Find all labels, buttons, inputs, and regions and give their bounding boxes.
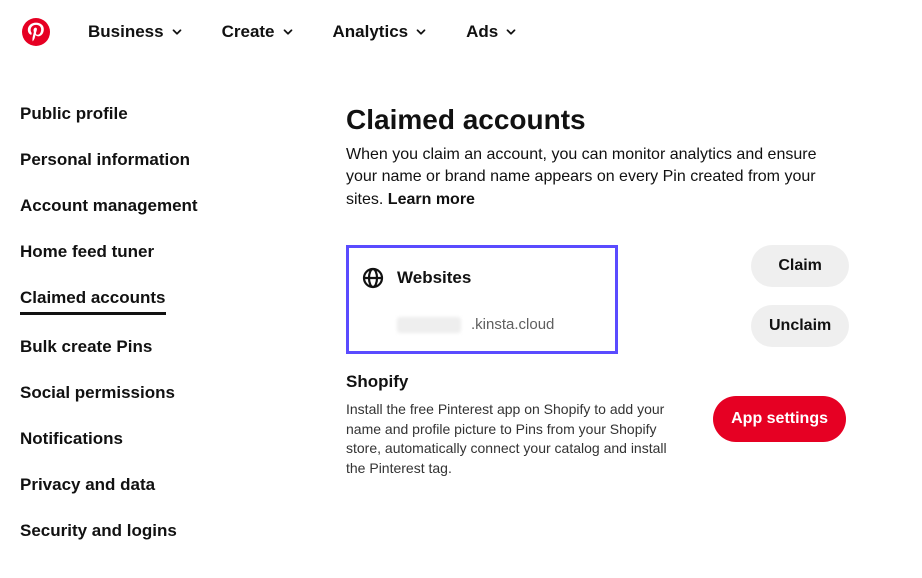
website-domain: .kinsta.cloud (471, 316, 554, 333)
nav-label: Create (222, 22, 275, 42)
sidebar: Public profile Personal information Acco… (20, 104, 320, 545)
sidebar-item-security-and-logins[interactable]: Security and logins (20, 521, 177, 545)
sidebar-item-home-feed-tuner[interactable]: Home feed tuner (20, 242, 154, 266)
websites-row: Websites .kinsta.cloud Claim Unclaim (346, 245, 882, 354)
claim-button[interactable]: Claim (751, 245, 849, 287)
chevron-down-icon (504, 25, 518, 39)
globe-icon (361, 266, 385, 290)
nav-label: Ads (466, 22, 498, 42)
sidebar-item-personal-information[interactable]: Personal information (20, 150, 190, 174)
websites-title: Websites (397, 268, 471, 288)
shopify-description: Install the free Pinterest app on Shopif… (346, 400, 686, 478)
sidebar-item-social-permissions[interactable]: Social permissions (20, 383, 175, 407)
top-nav: Business Create Analytics Ads (0, 0, 922, 56)
page-title: Claimed accounts (346, 104, 882, 136)
pinterest-logo[interactable] (22, 18, 50, 46)
nav-ads[interactable]: Ads (466, 22, 518, 42)
website-redacted (397, 317, 461, 333)
sidebar-item-bulk-create-pins[interactable]: Bulk create Pins (20, 337, 152, 361)
sidebar-item-privacy-and-data[interactable]: Privacy and data (20, 475, 155, 499)
shopify-section: Shopify Install the free Pinterest app o… (346, 372, 882, 478)
nav-label: Business (88, 22, 164, 42)
nav-analytics[interactable]: Analytics (333, 22, 429, 42)
sidebar-item-notifications[interactable]: Notifications (20, 429, 123, 453)
sidebar-item-account-management[interactable]: Account management (20, 196, 198, 220)
nav-label: Analytics (333, 22, 409, 42)
nav-business[interactable]: Business (88, 22, 184, 42)
websites-block: Websites .kinsta.cloud (346, 245, 618, 354)
sidebar-item-public-profile[interactable]: Public profile (20, 104, 128, 128)
website-entry: .kinsta.cloud (361, 316, 597, 333)
app-settings-button[interactable]: App settings (713, 396, 846, 442)
websites-actions: Claim Unclaim (751, 245, 849, 347)
chevron-down-icon (414, 25, 428, 39)
websites-header: Websites (361, 266, 597, 290)
shopify-title: Shopify (346, 372, 882, 392)
main: Claimed accounts When you claim an accou… (320, 104, 902, 545)
unclaim-button[interactable]: Unclaim (751, 305, 849, 347)
sidebar-item-claimed-accounts[interactable]: Claimed accounts (20, 288, 166, 315)
chevron-down-icon (281, 25, 295, 39)
chevron-down-icon (170, 25, 184, 39)
page-description: When you claim an account, you can monit… (346, 144, 846, 211)
learn-more-link[interactable]: Learn more (388, 191, 475, 208)
nav-create[interactable]: Create (222, 22, 295, 42)
content: Public profile Personal information Acco… (0, 56, 922, 545)
